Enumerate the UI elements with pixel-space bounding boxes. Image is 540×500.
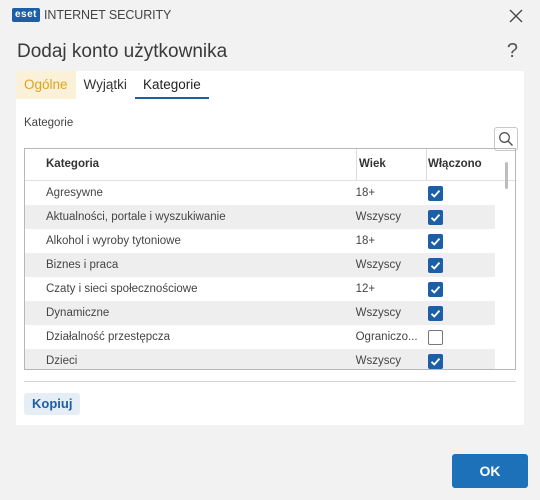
- enabled-checkbox[interactable]: [428, 305, 444, 321]
- main-panel: Ogólne Wyjątki Kategorie Kategorie Kateg…: [16, 71, 524, 425]
- title-bar: eset INTERNET SECURITY: [0, 0, 540, 32]
- category-cell: Alkohol i wyroby tytoniowe: [46, 235, 181, 247]
- column-header-enabled-label: Włączono: [428, 158, 482, 170]
- divider: [24, 381, 516, 382]
- category-cell: Aktualności, portale i wyszukiwanie: [46, 211, 226, 223]
- copy-button[interactable]: Kopiuj: [24, 393, 81, 415]
- age-cell: Wszyscy: [355, 355, 401, 367]
- close-icon: [509, 9, 523, 23]
- age-cell: 18+: [355, 187, 376, 199]
- age-cell: Ograniczo...: [355, 331, 418, 343]
- tab-categories[interactable]: Kategorie: [134, 71, 209, 99]
- age-cell: 12+: [355, 283, 376, 295]
- column-header-age-label: Wiek: [359, 158, 386, 170]
- checkmark-icon: [431, 261, 441, 270]
- checkmark-icon: [431, 213, 441, 222]
- column-header-enabled[interactable]: Włączono: [426, 149, 496, 180]
- column-header-age[interactable]: Wiek: [356, 149, 426, 180]
- checkmark-icon: [431, 357, 441, 366]
- enabled-checkbox[interactable]: [428, 257, 444, 273]
- age-cell: Wszyscy: [355, 211, 401, 223]
- enabled-checkbox[interactable]: [428, 233, 444, 249]
- search-icon: [499, 132, 514, 147]
- page-title: Dodaj konto użytkownika: [17, 41, 228, 62]
- table-row[interactable]: Aktualności, portale i wyszukiwanie Wszy…: [25, 205, 495, 229]
- enabled-checkbox[interactable]: [428, 209, 444, 225]
- section-label: Kategorie: [24, 117, 74, 129]
- checkmark-icon: [431, 309, 441, 318]
- checkmark-icon: [431, 237, 441, 246]
- table-row[interactable]: Alkohol i wyroby tytoniowe 18+: [25, 229, 495, 253]
- table-row[interactable]: Działalność przestępcza Ograniczo...: [25, 325, 495, 349]
- category-cell: Działalność przestępcza: [46, 331, 171, 343]
- age-cell: Wszyscy: [355, 259, 401, 271]
- table-row[interactable]: Dzieci Wszyscy: [25, 349, 495, 369]
- enabled-checkbox[interactable]: [428, 329, 444, 345]
- category-cell: Biznes i praca: [46, 259, 119, 271]
- table-header: Kategoria Wiek Włączono: [25, 149, 515, 181]
- enabled-checkbox[interactable]: [428, 185, 444, 201]
- category-cell: Dynamiczne: [46, 307, 110, 319]
- tab-bar: Ogólne Wyjątki Kategorie: [16, 71, 209, 99]
- enabled-checkbox[interactable]: [428, 281, 444, 297]
- table-row[interactable]: Czaty i sieci społecznościowe 12+: [25, 277, 495, 301]
- age-cell: 18+: [355, 235, 376, 247]
- ok-button[interactable]: OK: [452, 454, 528, 488]
- tab-general[interactable]: Ogólne: [16, 71, 76, 99]
- checkmark-icon: [431, 285, 441, 294]
- app-name: INTERNET SECURITY: [44, 8, 172, 22]
- vertical-scrollbar[interactable]: [505, 162, 508, 189]
- category-cell: Agresywne: [46, 187, 103, 199]
- table-row[interactable]: Dynamiczne Wszyscy: [25, 301, 495, 325]
- table-row[interactable]: Biznes i praca Wszyscy: [25, 253, 495, 277]
- tab-exceptions[interactable]: Wyjątki: [76, 71, 135, 99]
- help-icon[interactable]: ?: [507, 40, 518, 63]
- category-cell: Czaty i sieci społecznościowe: [46, 283, 198, 295]
- table-body: Agresywne 18+ Aktualności, portale i wys…: [25, 181, 515, 369]
- close-button[interactable]: [506, 6, 526, 26]
- logo-badge: eset: [12, 8, 41, 22]
- category-cell: Dzieci: [46, 355, 78, 367]
- categories-table: Kategoria Wiek Włączono Agresywne 18+ Ak…: [24, 148, 516, 370]
- column-header-category[interactable]: Kategoria: [25, 149, 356, 180]
- checkmark-icon: [431, 189, 441, 198]
- age-cell: Wszyscy: [355, 307, 401, 319]
- eset-logo: eset INTERNET SECURITY: [12, 8, 171, 22]
- table-row[interactable]: Agresywne 18+: [25, 181, 495, 205]
- enabled-checkbox[interactable]: [428, 353, 444, 369]
